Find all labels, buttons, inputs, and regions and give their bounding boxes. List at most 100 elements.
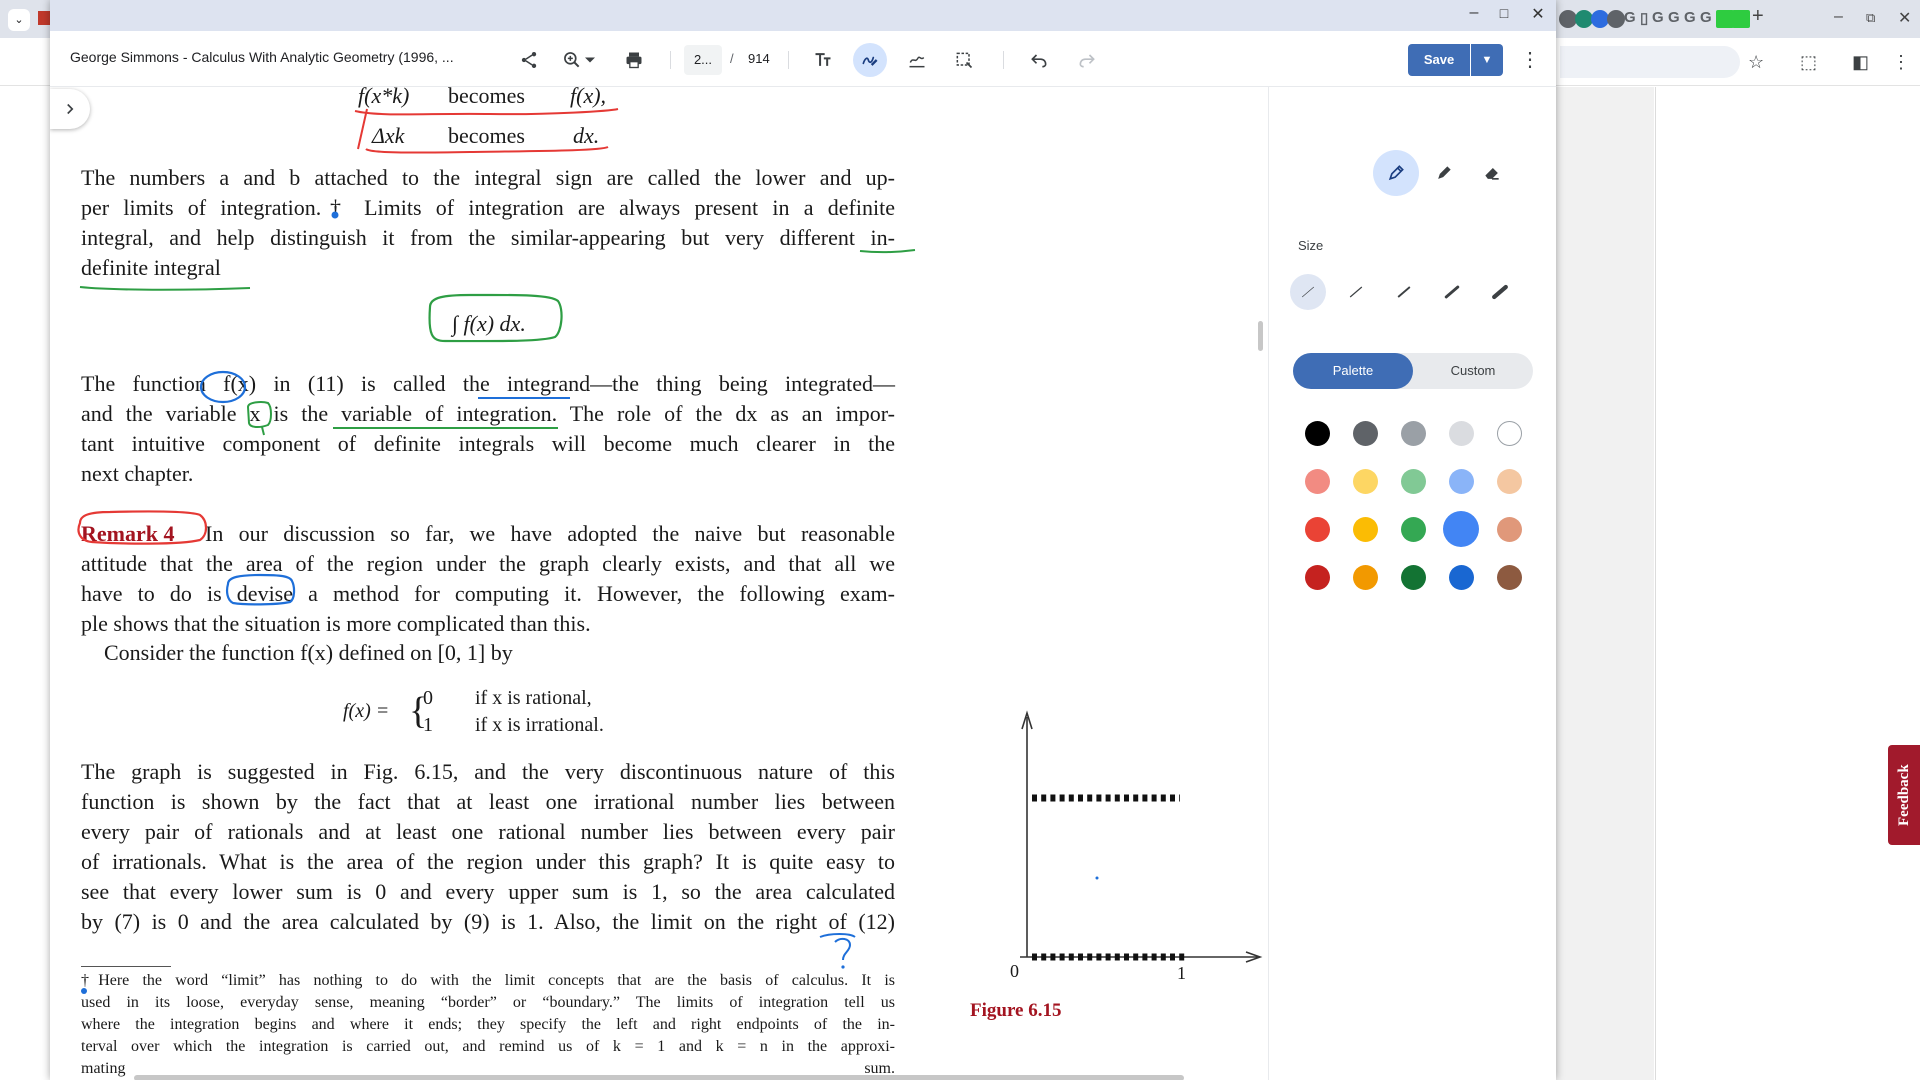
document-title: George Simmons - Calculus With Analytic … [70,49,454,65]
color-swatch[interactable] [1400,564,1426,590]
size-option-4[interactable] [1434,274,1470,310]
toolbar-divider [670,51,671,69]
google-tab-icon[interactable]: G [1624,9,1636,26]
close-icon[interactable]: ✕ [1525,4,1551,24]
footnote-line: terval over which the integration is car… [81,1038,895,1055]
piecewise-condition-0: if x is rational, [475,687,592,709]
color-swatch[interactable] [1352,468,1378,494]
google-tab-icon[interactable]: G [1700,9,1712,26]
consider-line: Consider the function f(x) defined on [0… [104,640,513,665]
paragraph-line: have to do is devise a method for comput… [81,581,895,606]
footnote-line: where the integration begins and where i… [81,1016,895,1033]
custom-tab[interactable]: Custom [1413,353,1533,389]
figure-6-15-graph [1020,710,1263,963]
size-label: Size [1298,238,1324,253]
minimize-icon[interactable]: – [1461,4,1487,22]
figure-tick-0: 0 [1010,961,1019,981]
new-tab-icon[interactable]: + [1752,5,1764,28]
paragraph-line: attitude that the area of the region und… [81,551,895,576]
omnibox[interactable] [1560,46,1740,78]
paragraph-line: per limits of integration.† Limits of in… [81,195,895,220]
redo-icon[interactable] [1070,43,1104,77]
close-icon[interactable]: ✕ [1898,8,1911,28]
google-tab-icon[interactable]: G [1652,9,1664,26]
color-swatch[interactable] [1400,516,1426,542]
color-swatch[interactable] [1400,420,1426,446]
paragraph-line: The graph is suggested in Fig. 6.15, and… [81,759,895,784]
zoom-dropdown-icon[interactable] [580,43,600,77]
page-total: 914 [748,51,770,66]
color-swatch[interactable] [1496,420,1522,446]
color-swatch[interactable] [1448,420,1474,446]
maximize-icon[interactable]: □ [1491,5,1517,21]
background-page-margin [1556,87,1654,1080]
paragraph-line: see that every lower sum is 0 and every … [81,879,895,904]
vertical-scrollbar[interactable] [1258,321,1263,351]
paragraph-line: ple shows that the situation is more com… [81,611,591,636]
substitution-b-mid: becomes [448,123,525,148]
color-swatch[interactable] [1352,420,1378,446]
paragraph-line: and the variable x is the variable of in… [81,401,895,426]
signature-icon[interactable] [900,43,934,77]
color-swatch[interactable] [1304,564,1330,590]
print-icon[interactable] [617,43,651,77]
share-icon[interactable] [512,43,546,77]
google-tab-icon[interactable]: G [1684,9,1696,26]
sidebar-toggle-chevron-icon[interactable] [50,89,90,129]
restore-icon[interactable]: ⧉ [1866,10,1875,26]
eraser-tool-icon[interactable] [1469,150,1515,196]
annotation-panel: Size Palette Custom [1268,87,1556,1080]
color-swatch[interactable] [1448,468,1474,494]
color-swatch[interactable] [1304,468,1330,494]
substitution-b-right: dx. [573,123,600,148]
toolbar-divider [1003,51,1004,69]
tab-favicon-icon[interactable] [1732,10,1750,28]
color-swatch[interactable] [1443,511,1479,547]
page-separator: / [730,51,734,66]
color-swatch[interactable] [1400,468,1426,494]
color-swatch[interactable] [1448,564,1474,590]
color-swatch[interactable] [1496,468,1522,494]
extensions-icon[interactable]: ⬚ [1800,52,1817,73]
size-option-5[interactable] [1482,274,1518,310]
paragraph-line: next chapter. [81,461,194,486]
more-options-icon[interactable]: ⋮ [1517,44,1543,76]
side-panel-icon[interactable]: ◧ [1852,52,1869,73]
palette-tab[interactable]: Palette [1293,353,1413,389]
bookmark-star-icon[interactable]: ☆ [1748,52,1764,73]
draw-annotation-icon[interactable] [853,43,887,77]
substitution-b-left: Δxk [372,123,405,148]
paragraph-line: every pair of rationals and at least one… [81,819,895,844]
color-swatch[interactable] [1352,516,1378,542]
google-tab-icon[interactable]: G [1668,9,1680,26]
tab-search-icon[interactable]: ⌄ [8,9,30,31]
remark-label: Remark 4 [81,521,175,546]
color-swatch[interactable] [1496,516,1522,542]
size-option-3[interactable] [1386,274,1422,310]
color-swatch[interactable] [1352,564,1378,590]
title-bar: – □ ✕ [50,0,1556,31]
minimize-icon[interactable]: – [1834,8,1843,26]
size-option-2[interactable] [1338,274,1374,310]
highlighter-tool-icon[interactable] [1421,150,1467,196]
page-number-input[interactable]: 2... [684,45,722,75]
menu-icon[interactable]: ⋮ [1892,52,1910,73]
size-option-1[interactable] [1290,274,1326,310]
feedback-tab[interactable]: Feedback [1888,745,1920,845]
undo-icon[interactable] [1022,43,1056,77]
substitution-a-left: f(x*k) [358,87,410,108]
text-annotation-icon[interactable] [806,43,840,77]
pen-tool-icon[interactable] [1373,150,1419,196]
save-options-chevron-icon[interactable]: ▼ [1471,44,1503,76]
footnote-rule [81,966,171,967]
doc-tab-icon[interactable]: ▯ [1640,9,1648,27]
save-button[interactable]: Save [1408,44,1470,76]
document-viewport[interactable]: f(x*k) becomes f(x), Δxk becomes dx. The… [50,87,1268,1080]
color-swatch[interactable] [1304,516,1330,542]
color-swatch[interactable] [1496,564,1522,590]
pdf-viewer-window: – □ ✕ George Simmons - Calculus With Ana… [50,0,1556,1080]
tab-favicon-icon[interactable] [1607,10,1625,28]
color-swatch[interactable] [1304,420,1330,446]
select-area-icon[interactable] [947,43,981,77]
horizontal-scrollbar[interactable] [134,1075,1184,1080]
